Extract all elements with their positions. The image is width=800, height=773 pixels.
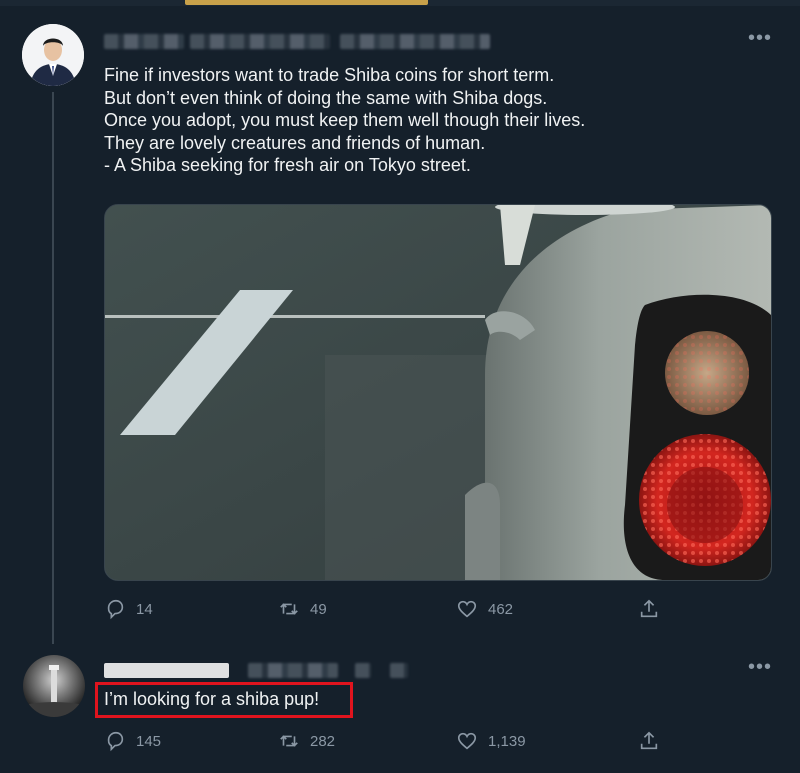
like-icon (457, 732, 477, 750)
retweet-icon (280, 735, 298, 747)
more-options-icon[interactable]: ••• (748, 657, 772, 677)
blurred-display-name (104, 34, 184, 49)
retweet-button[interactable]: 49 (278, 598, 327, 620)
blurred-handle (355, 663, 371, 678)
blurred-handle (390, 663, 408, 678)
reply-actions: 145 282 1,139 (104, 730, 664, 754)
thread-line (52, 92, 54, 644)
retweet-count: 282 (310, 732, 336, 750)
tweet-line: They are lovely creatures and friends of… (104, 132, 486, 153)
retweet-icon (280, 603, 298, 615)
blurred-display-name (190, 34, 330, 49)
reply-button[interactable]: 14 (104, 598, 153, 620)
like-count: 1,139 (488, 732, 526, 750)
reply-icon (107, 731, 124, 752)
like-button[interactable]: 462 (456, 598, 513, 620)
retweet-count: 49 (310, 600, 327, 618)
like-button[interactable]: 1,139 (456, 730, 526, 752)
tweet-actions: 14 49 462 (104, 598, 664, 622)
blurred-handle (248, 663, 338, 678)
share-button[interactable] (638, 598, 670, 620)
avatar[interactable] (22, 24, 84, 86)
share-icon (640, 731, 658, 750)
like-count: 462 (488, 600, 514, 618)
reply-text: I’m looking for a shiba pup! (104, 689, 320, 709)
tweet-line: But don’t even think of doing the same w… (104, 87, 548, 108)
retweet-button[interactable]: 282 (278, 730, 335, 752)
reply-icon (107, 599, 124, 620)
blurred-handle (340, 34, 490, 49)
tweet-line: Once you adopt, you must keep them well … (104, 110, 586, 130)
tweet-line: Fine if investors want to trade Shiba co… (104, 65, 555, 85)
reply-button[interactable]: 145 (104, 730, 161, 752)
like-icon (457, 600, 477, 618)
share-icon (640, 599, 658, 618)
avatar-lighthouse-icon (23, 665, 85, 717)
reply-count: 14 (136, 600, 153, 618)
active-tab-indicator (185, 0, 428, 5)
tweet-text: Fine if investors want to trade Shiba co… (104, 64, 704, 177)
tweet-photo[interactable] (104, 204, 772, 581)
more-options-icon[interactable]: ••• (748, 28, 772, 48)
tweet-line: - A Shiba seeking for fresh air on Tokyo… (104, 155, 471, 175)
reply-count: 145 (136, 732, 162, 750)
photo-car-taillight (105, 205, 771, 580)
avatar[interactable] (23, 655, 85, 717)
share-button[interactable] (638, 730, 670, 752)
blurred-display-name (104, 663, 229, 678)
avatar-person-icon (22, 24, 84, 86)
